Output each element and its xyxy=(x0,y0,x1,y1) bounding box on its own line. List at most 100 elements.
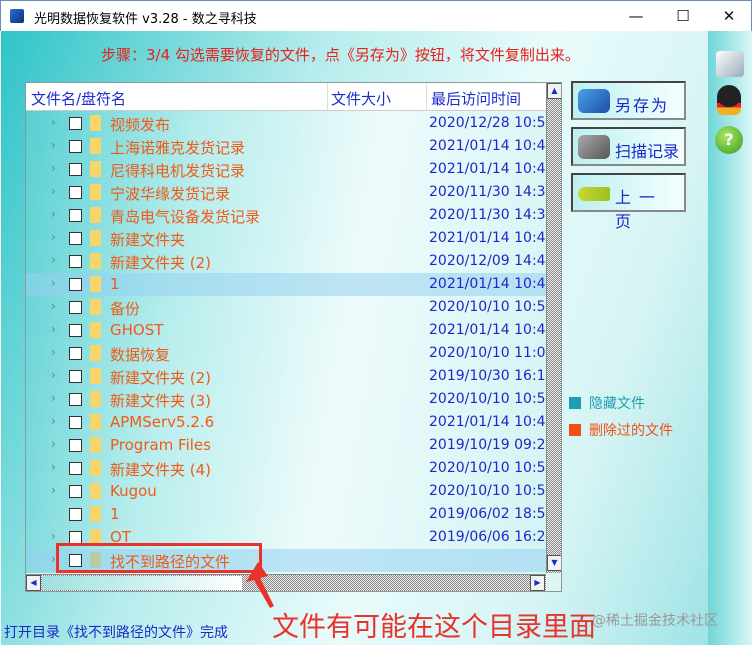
close-button[interactable]: ✕ xyxy=(714,5,744,27)
scroll-up-button[interactable]: ▲ xyxy=(547,83,561,99)
table-row[interactable]: › 1 2021/01/14 10:4 xyxy=(26,273,546,296)
row-time: 2021/01/14 10:4 xyxy=(429,322,546,338)
app-icon xyxy=(10,9,24,23)
row-checkbox[interactable] xyxy=(69,117,82,130)
folder-icon xyxy=(90,276,101,292)
expand-chevron-icon[interactable]: › xyxy=(51,322,56,336)
scroll-right-button[interactable]: ▶ xyxy=(530,575,545,591)
expand-chevron-icon[interactable]: › xyxy=(51,138,56,152)
expand-chevron-icon[interactable]: › xyxy=(51,368,56,382)
table-row[interactable]: › 新建文件夹 (3) 2020/10/10 10:5 xyxy=(26,388,546,411)
expand-chevron-icon[interactable]: › xyxy=(51,207,56,221)
minimize-button[interactable]: — xyxy=(621,5,651,27)
table-row[interactable]: › 新建文件夹 (2) 2020/12/09 14:4 xyxy=(26,250,546,273)
row-checkbox[interactable] xyxy=(69,370,82,383)
table-row[interactable]: › 尼得科电机发货记录 2021/01/14 10:4 xyxy=(26,158,546,181)
row-time: 2020/10/10 10:5 xyxy=(429,391,546,407)
row-name: Program Files xyxy=(110,436,211,454)
row-time: 2020/10/10 10:5 xyxy=(429,299,546,315)
row-checkbox[interactable] xyxy=(69,416,82,429)
row-checkbox[interactable] xyxy=(69,209,82,222)
horizontal-scroll-thumb[interactable] xyxy=(42,576,242,590)
row-checkbox[interactable] xyxy=(69,140,82,153)
row-checkbox[interactable] xyxy=(69,278,82,291)
row-time: 2020/12/09 14:4 xyxy=(429,253,546,269)
folder-icon xyxy=(90,414,101,430)
maximize-button[interactable]: ☐ xyxy=(668,5,698,27)
prev-page-button[interactable]: 上一页 xyxy=(571,173,686,231)
expand-chevron-icon[interactable]: › xyxy=(51,276,56,290)
row-checkbox[interactable] xyxy=(69,232,82,245)
table-row[interactable]: › 视频发布 2020/12/28 10:5 xyxy=(26,112,546,135)
folder-icon xyxy=(90,322,101,338)
expand-chevron-icon[interactable]: › xyxy=(51,437,56,451)
expand-chevron-icon[interactable]: › xyxy=(51,345,56,359)
scroll-left-button[interactable]: ◀ xyxy=(26,575,41,591)
row-name: GHOST xyxy=(110,321,164,339)
watermark: @稀土掘金技术社区 xyxy=(592,613,718,629)
expand-chevron-icon[interactable]: › xyxy=(51,483,56,497)
vertical-scrollbar[interactable]: ▲ ▼ xyxy=(546,83,561,573)
row-checkbox[interactable] xyxy=(69,255,82,268)
row-time: 2021/01/14 10:4 xyxy=(429,230,546,246)
table-row[interactable]: › 青岛电气设备发货记录 2020/11/30 14:3 xyxy=(26,204,546,227)
expand-chevron-icon[interactable]: › xyxy=(51,161,56,175)
help-icon[interactable]: ? xyxy=(715,126,743,154)
row-checkbox[interactable] xyxy=(69,347,82,360)
table-row[interactable]: › Program Files 2019/10/19 09:2 xyxy=(26,434,546,457)
folder-icon xyxy=(90,460,101,476)
table-row[interactable]: 1 2019/06/02 18:5 xyxy=(26,503,546,526)
row-time: 2019/06/02 18:5 xyxy=(429,506,546,522)
table-row[interactable]: › 备份 2020/10/10 10:5 xyxy=(26,296,546,319)
save-as-button[interactable]: 另存为 xyxy=(571,81,686,120)
expand-chevron-icon[interactable]: › xyxy=(51,230,56,244)
table-row[interactable]: › 上海诺雅克发货记录 2021/01/14 10:4 xyxy=(26,135,546,158)
row-checkbox[interactable] xyxy=(69,324,82,337)
column-header-name[interactable]: 文件名/盘符名 xyxy=(31,88,126,109)
scroll-down-button[interactable]: ▼ xyxy=(547,555,561,571)
row-name: 新建文件夹 (4) xyxy=(110,461,212,479)
table-row[interactable]: › Kugou 2020/10/10 10:5 xyxy=(26,480,546,503)
folder-icon xyxy=(90,115,101,131)
row-checkbox[interactable] xyxy=(69,163,82,176)
table-row[interactable]: › 新建文件夹 (4) 2020/10/10 10:5 xyxy=(26,457,546,480)
row-time: 2019/10/30 16:1 xyxy=(429,368,546,384)
qq-icon[interactable] xyxy=(717,85,741,115)
folder-icon xyxy=(90,391,101,407)
table-row[interactable]: › 宁波华缘发货记录 2020/11/30 14:3 xyxy=(26,181,546,204)
expand-chevron-icon[interactable]: › xyxy=(51,299,56,313)
expand-chevron-icon[interactable]: › xyxy=(51,529,56,543)
table-row[interactable]: › 新建文件夹 (2) 2019/10/30 16:1 xyxy=(26,365,546,388)
table-row[interactable]: › 新建文件夹 2021/01/14 10:4 xyxy=(26,227,546,250)
column-header-time[interactable]: 最后访问时间 xyxy=(431,88,521,109)
row-checkbox[interactable] xyxy=(69,186,82,199)
expand-chevron-icon[interactable]: › xyxy=(51,184,56,198)
row-name: 上海诺雅克发货记录 xyxy=(110,139,246,157)
folder-icon xyxy=(90,345,101,361)
expand-chevron-icon[interactable]: › xyxy=(51,414,56,428)
list-header: 文件名/盘符名 文件大小 最后访问时间 xyxy=(26,83,546,111)
row-checkbox[interactable] xyxy=(69,301,82,314)
scan-log-button[interactable]: 扫描记录 xyxy=(571,127,686,166)
settings-icon[interactable] xyxy=(716,51,744,77)
row-checkbox[interactable] xyxy=(69,485,82,498)
row-checkbox[interactable] xyxy=(69,462,82,475)
folder-icon xyxy=(90,230,101,246)
table-row[interactable]: › APMServ5.2.6 2021/01/14 10:4 xyxy=(26,411,546,434)
folder-icon xyxy=(90,368,101,384)
row-checkbox[interactable] xyxy=(69,508,82,521)
row-checkbox[interactable] xyxy=(69,439,82,452)
row-checkbox[interactable] xyxy=(69,393,82,406)
expand-chevron-icon[interactable]: › xyxy=(51,253,56,267)
row-name: 新建文件夹 (2) xyxy=(110,369,212,387)
horizontal-scrollbar[interactable]: ◀ ▶ xyxy=(26,574,546,591)
annotation-highlight-box xyxy=(56,543,262,573)
expand-chevron-icon[interactable]: › xyxy=(51,115,56,129)
expand-chevron-icon[interactable]: › xyxy=(51,391,56,405)
column-header-size[interactable]: 文件大小 xyxy=(331,88,391,109)
expand-chevron-icon[interactable]: › xyxy=(51,460,56,474)
row-time: 2021/01/14 10:4 xyxy=(429,138,546,154)
table-row[interactable]: › GHOST 2021/01/14 10:4 xyxy=(26,319,546,342)
row-time: 2020/10/10 10:5 xyxy=(429,483,546,499)
table-row[interactable]: › 数据恢复 2020/10/10 11:0 xyxy=(26,342,546,365)
